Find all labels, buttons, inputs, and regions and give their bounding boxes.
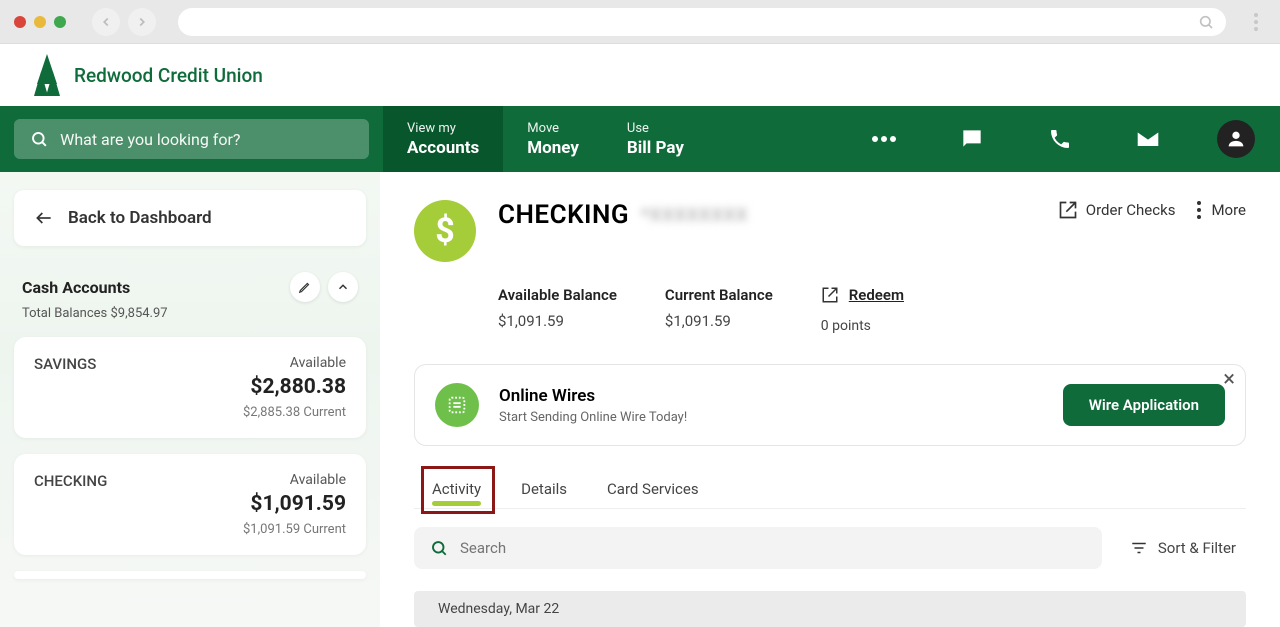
account-tabs: Activity Details Card Services bbox=[414, 470, 1246, 509]
available-balance-value: $1,091.59 bbox=[498, 312, 617, 330]
body-wrap: Back to Dashboard Cash Accounts Total Ba… bbox=[0, 172, 1280, 627]
address-bar[interactable] bbox=[178, 8, 1226, 36]
site-search[interactable] bbox=[14, 119, 369, 159]
order-checks-link[interactable]: Order Checks bbox=[1058, 200, 1176, 220]
logo-text: Redwood Credit Union bbox=[74, 64, 263, 87]
site-header: Redwood Credit Union bbox=[0, 44, 1280, 106]
search-icon bbox=[1198, 14, 1214, 30]
search-icon bbox=[30, 129, 48, 149]
nav-messages[interactable] bbox=[928, 106, 1016, 172]
close-promo[interactable]: × bbox=[1217, 361, 1241, 398]
browser-nav bbox=[92, 8, 156, 36]
window-controls bbox=[14, 16, 66, 28]
browser-menu[interactable] bbox=[1246, 13, 1266, 31]
minimize-window[interactable] bbox=[34, 16, 46, 28]
sort-filter-button[interactable]: Sort & Filter bbox=[1120, 539, 1246, 557]
wire-application-button[interactable]: Wire Application bbox=[1063, 384, 1225, 426]
sidebar: Back to Dashboard Cash Accounts Total Ba… bbox=[0, 172, 380, 627]
nav-billpay[interactable]: Use Bill Pay bbox=[603, 106, 708, 172]
pencil-icon bbox=[298, 280, 312, 294]
promo-card: Online Wires Start Sending Online Wire T… bbox=[414, 364, 1246, 446]
external-link-icon bbox=[1058, 200, 1078, 220]
account-card-checking[interactable]: CHECKING Available $1,091.59 $1,091.59 C… bbox=[14, 454, 366, 555]
activity-search-row: Sort & Filter bbox=[414, 527, 1246, 569]
collapse-accounts-button[interactable] bbox=[328, 272, 358, 302]
ellipsis-icon bbox=[871, 136, 897, 142]
dollar-icon: $ bbox=[414, 200, 476, 262]
tab-details[interactable]: Details bbox=[521, 470, 567, 508]
promo-title: Online Wires bbox=[499, 386, 1043, 406]
nav-profile[interactable] bbox=[1192, 106, 1280, 172]
chat-icon bbox=[959, 126, 985, 152]
account-card-savings[interactable]: SAVINGS Available $2,880.38 $2,885.38 Cu… bbox=[14, 337, 366, 438]
site-logo[interactable]: Redwood Credit Union bbox=[30, 54, 263, 96]
kebab-icon bbox=[1197, 201, 1201, 219]
browser-chrome bbox=[0, 0, 1280, 44]
arrow-left-icon bbox=[34, 208, 54, 228]
account-header: $ CHECKING *XXXXXXXX Order Checks More bbox=[414, 200, 1246, 262]
back-to-dashboard[interactable]: Back to Dashboard bbox=[14, 190, 366, 246]
nav-money[interactable]: Move Money bbox=[503, 106, 603, 172]
wire-icon bbox=[435, 383, 479, 427]
chevron-left-icon bbox=[99, 15, 113, 29]
balances-row: Available Balance $1,091.59 Current Bala… bbox=[498, 286, 1246, 334]
current-balance-label: Current Balance bbox=[665, 286, 773, 304]
promo-sub: Start Sending Online Wire Today! bbox=[499, 410, 1043, 425]
nav-more[interactable] bbox=[840, 106, 928, 172]
main-nav: View my Accounts Move Money Use Bill Pay bbox=[0, 106, 1280, 172]
current-balance-value: $1,091.59 bbox=[665, 312, 773, 330]
cash-accounts-header: Cash Accounts bbox=[14, 272, 366, 302]
nav-phone[interactable] bbox=[1016, 106, 1104, 172]
account-number-masked: *XXXXXXXX bbox=[641, 205, 748, 226]
nav-accounts[interactable]: View my Accounts bbox=[383, 106, 503, 172]
close-window[interactable] bbox=[14, 16, 26, 28]
chevron-right-icon bbox=[135, 15, 149, 29]
account-card-placeholder bbox=[14, 571, 366, 579]
account-title: CHECKING bbox=[498, 200, 629, 230]
points-value: 0 points bbox=[821, 318, 904, 334]
more-menu[interactable]: More bbox=[1197, 201, 1246, 219]
logo-tree-icon bbox=[30, 54, 64, 96]
search-icon bbox=[430, 539, 448, 557]
redeem-link[interactable]: Redeem bbox=[821, 286, 904, 304]
maximize-window[interactable] bbox=[54, 16, 66, 28]
site-search-input[interactable] bbox=[60, 130, 353, 149]
avatar bbox=[1217, 120, 1255, 158]
activity-date-header: Wednesday, Mar 22 bbox=[414, 591, 1246, 627]
account-content: $ CHECKING *XXXXXXXX Order Checks More bbox=[380, 172, 1280, 627]
available-balance-label: Available Balance bbox=[498, 286, 617, 304]
activity-search[interactable] bbox=[414, 527, 1102, 569]
total-balances: Total Balances $9,854.97 bbox=[14, 306, 366, 321]
external-link-icon bbox=[821, 286, 839, 304]
tab-card-services[interactable]: Card Services bbox=[607, 470, 699, 508]
chevron-up-icon bbox=[336, 280, 350, 294]
phone-icon bbox=[1048, 127, 1072, 151]
filter-icon bbox=[1130, 539, 1148, 557]
forward-button[interactable] bbox=[128, 8, 156, 36]
tab-activity[interactable]: Activity bbox=[432, 470, 481, 508]
edit-accounts-button[interactable] bbox=[290, 272, 320, 302]
back-button[interactable] bbox=[92, 8, 120, 36]
activity-search-input[interactable] bbox=[460, 539, 1086, 557]
mail-icon bbox=[1135, 126, 1161, 152]
person-icon bbox=[1225, 128, 1247, 150]
nav-mail[interactable] bbox=[1104, 106, 1192, 172]
